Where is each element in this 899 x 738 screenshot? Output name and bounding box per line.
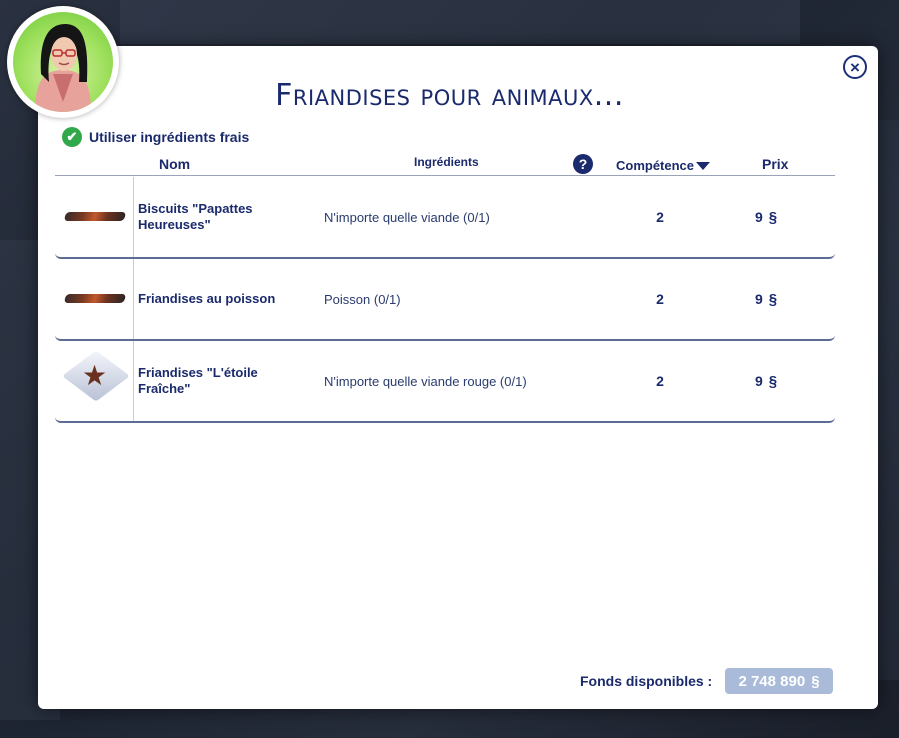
recipe-thumbnail: ★ [55,341,134,421]
sort-descending-icon [696,161,711,170]
sim-portrait [13,12,113,112]
column-header-skill[interactable]: Compétence [616,158,711,173]
meat-treat-icon [63,212,127,221]
recipe-skill: 2 [656,373,664,389]
recipe-price: 9 § [755,341,777,421]
background-panel [120,0,800,44]
simoleon-icon: § [768,372,778,390]
recipe-price: 9 § [755,177,777,257]
recipe-name: Biscuits "Papattes Heureuses" [138,201,253,232]
column-header-skill-label: Compétence [616,158,695,173]
recipe-price-value: 9 [755,373,763,389]
recipe-skill: 2 [656,291,664,307]
recipe-price-value: 9 [755,291,763,307]
fish-treat-icon [63,294,127,303]
help-icon[interactable]: ? [573,154,593,174]
recipe-row[interactable]: ★ Friandises "L'étoile Fraîche" N'import… [55,341,835,423]
recipe-row[interactable]: Friandises au poisson Poisson (0/1) 2 9 … [55,259,835,341]
recipe-ingredients: N'importe quelle viande (0/1) [324,209,490,225]
simoleon-icon: § [811,672,820,690]
column-header-price[interactable]: Prix [762,156,788,172]
funds-amount: 2 748 890 [738,672,806,690]
close-button[interactable]: × [843,55,867,79]
header-divider [55,175,835,176]
recipe-skill: 2 [656,209,664,225]
fresh-ingredients-toggle[interactable]: ✔ Utiliser ingrédients frais [62,127,249,147]
dialog-title: Friandises pour animaux... [275,78,624,113]
funds-label: Fonds disponibles : [580,673,713,689]
simoleon-icon: § [768,290,778,308]
check-icon[interactable]: ✔ [62,127,82,147]
column-header-ingredients: Ingrédients [414,155,479,169]
simoleon-icon: § [768,208,778,226]
recipe-name: Friandises au poisson [138,291,276,306]
recipe-price: 9 § [755,259,777,339]
recipe-ingredients: Poisson (0/1) [324,291,401,307]
recipe-thumbnail [55,259,134,339]
recipe-row[interactable]: Biscuits "Papattes Heureuses" N'importe … [55,177,835,259]
avatar [7,6,119,118]
fresh-ingredients-label: Utiliser ingrédients frais [89,129,250,145]
recipe-price-value: 9 [755,209,763,225]
star-treat-icon: ★ [82,360,108,391]
funds-display: 2 748 890 § [725,668,833,694]
recipe-name: Friandises "L'étoile Fraîche" [138,365,258,396]
recipe-thumbnail [55,177,134,257]
column-header-name[interactable]: Nom [159,156,190,172]
recipe-ingredients: N'importe quelle viande rouge (0/1) [324,373,527,389]
